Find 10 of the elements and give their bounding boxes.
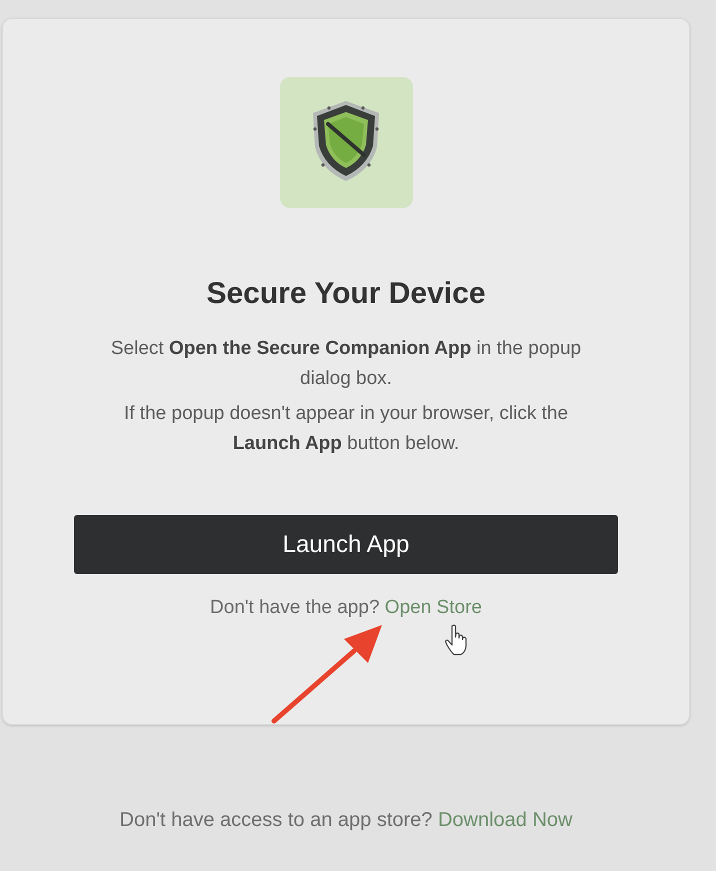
download-now-link[interactable]: Download Now (438, 809, 572, 831)
instruction-text: Select Open the Secure Companion App in the popup dialog box. (110, 337, 582, 391)
hand-cursor-icon (444, 624, 468, 656)
launch-app-button[interactable]: Launch App (74, 515, 618, 574)
instruction-text: If the popup doesn't appear in your browser, click the Launch App button below. (122, 402, 570, 456)
dialog-title: Secure Your Device (206, 276, 486, 312)
shield-icon (280, 77, 412, 208)
open-store-link[interactable]: Open Store (384, 597, 482, 618)
footer-text: Don't have access to an app store? Download Now (118, 808, 574, 833)
store-prompt-text: Don't have the app? Open Store (210, 596, 482, 620)
